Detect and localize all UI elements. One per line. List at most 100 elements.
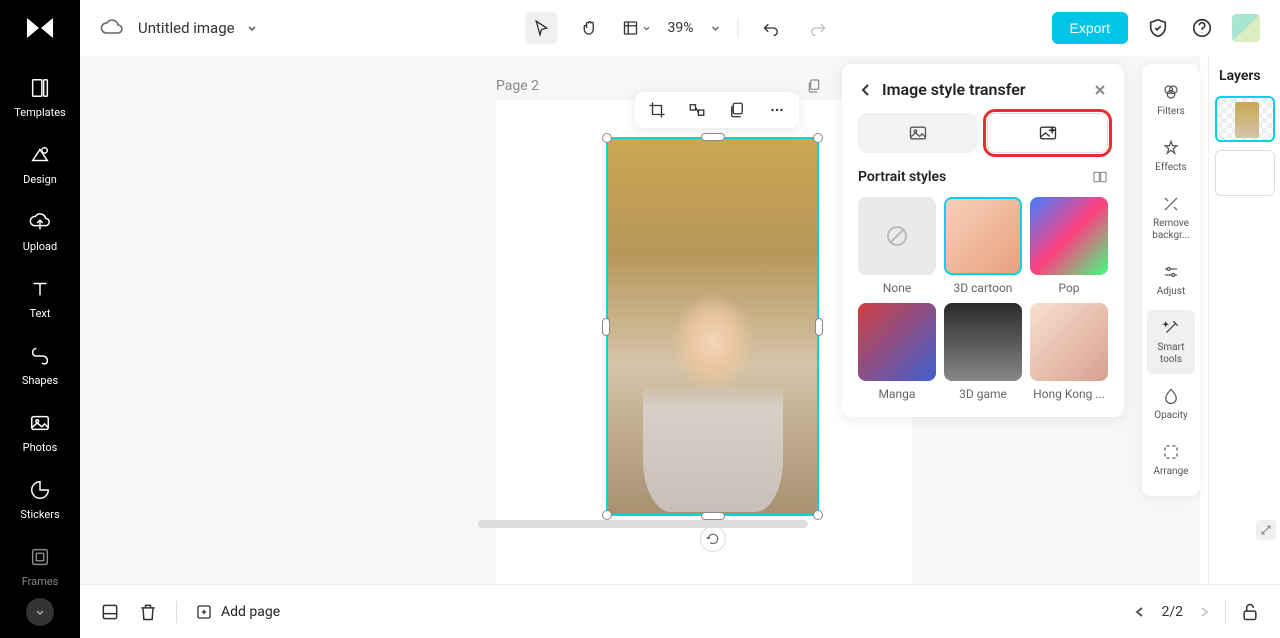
adjust-icon [1161,262,1181,282]
redo-button[interactable] [803,12,835,44]
mode-tab-image[interactable] [858,113,977,153]
shield-icon[interactable] [1144,14,1172,42]
effects-icon [1161,138,1181,158]
undo-button[interactable] [755,12,787,44]
rp-opacity[interactable]: Opacity [1147,378,1195,430]
crop-button[interactable] [645,98,669,122]
style-thumb-manga [858,303,936,381]
rp-adjust[interactable]: Adjust [1147,254,1195,306]
page-duplicate-icon[interactable] [806,78,822,94]
flip-button[interactable] [685,98,709,122]
more-options-button[interactable] [765,98,789,122]
sidebar-item-text[interactable]: Text [28,277,52,320]
stickers-icon [28,478,52,502]
zoom-level[interactable]: 39% [668,20,694,36]
zoom-dropdown-chevron[interactable] [710,22,722,34]
panel-back-button[interactable] [858,82,874,98]
page-next-button[interactable] [1197,605,1211,619]
divider [176,601,177,623]
rp-filters[interactable]: Filters [1147,74,1195,126]
resize-handle-ml[interactable] [602,318,610,336]
selected-image[interactable] [606,137,819,516]
design-icon [28,143,52,167]
select-tool-button[interactable] [526,12,558,44]
compare-icon[interactable] [1092,169,1108,185]
resize-handle-br[interactable] [813,510,823,520]
resize-handle-mr[interactable] [815,318,823,336]
style-thumb-hong-kong [1030,303,1108,381]
sidebar-item-frames[interactable]: Frames [22,545,59,588]
current-color-swatch[interactable] [1232,14,1260,42]
frame-tool-button[interactable] [622,12,652,44]
layer-scale-icon[interactable] [1256,520,1276,540]
style-option-3d-cartoon[interactable]: 3D cartoon [944,197,1022,295]
resize-handle-bl[interactable] [602,510,612,520]
sidebar-label: Photos [23,441,58,454]
divider [1225,601,1226,623]
rp-remove-bg[interactable]: Remove backgr... [1147,186,1195,250]
sidebar-item-design[interactable]: Design [23,143,57,186]
style-thumb-none [858,197,936,275]
layer-thumb-2[interactable] [1215,150,1275,196]
style-option-hong-kong[interactable]: Hong Kong ... [1030,303,1108,401]
sidebar-item-photos[interactable]: Photos [23,411,58,454]
style-thumb-pop [1030,197,1108,275]
title-dropdown-chevron[interactable] [245,21,259,35]
page-prev-button[interactable] [1133,605,1147,619]
rotate-handle[interactable] [700,526,726,552]
sidebar-label: Design [23,173,57,186]
style-option-manga[interactable]: Manga [858,303,936,401]
rp-arrange[interactable]: Arrange [1147,434,1195,486]
sidebar-label: Text [30,307,51,320]
sidebar-item-stickers[interactable]: Stickers [20,478,59,521]
photos-icon [28,411,52,435]
horizontal-scrollbar[interactable] [478,520,808,528]
mode-tabs [858,113,1108,153]
portrait-styles-heading: Portrait styles [858,169,1108,185]
delete-icon[interactable] [138,602,158,622]
style-option-pop[interactable]: Pop [1030,197,1108,295]
sidebar-item-upload[interactable]: Upload [23,210,57,253]
sidebar-item-templates[interactable]: Templates [14,76,65,119]
help-icon[interactable] [1188,14,1216,42]
upload-icon [28,210,52,234]
style-option-none[interactable]: None [858,197,936,295]
pan-tool-button[interactable] [574,12,606,44]
sidebar-label: Upload [23,240,57,253]
rp-effects[interactable]: Effects [1147,130,1195,182]
cloud-sync-icon[interactable] [100,16,124,40]
duplicate-button[interactable] [725,98,749,122]
sidebar-label: Templates [14,106,65,119]
resize-handle-tm[interactable] [701,133,725,141]
export-button[interactable]: Export [1052,12,1128,44]
lock-icon[interactable] [1240,602,1260,622]
image-floating-toolbar [635,92,799,128]
sidebar-item-shapes[interactable]: Shapes [22,344,58,387]
document-title[interactable]: Untitled image [138,19,235,37]
resize-handle-tr[interactable] [813,133,823,143]
arrange-icon [1161,442,1181,462]
pages-grid-icon[interactable] [100,602,120,622]
add-page-button[interactable]: Add page [195,603,280,621]
sidebar-more-button[interactable] [26,598,54,626]
page-indicator: 2/2 [1161,604,1183,620]
layers-title: Layers [1215,68,1274,84]
top-center-tools: 39% [526,12,835,44]
layer-thumb-1[interactable] [1215,96,1275,142]
style-option-3d-game[interactable]: 3D game [944,303,1022,401]
page-label: Page 2 [496,78,539,94]
smart-tools-icon [1161,318,1181,338]
mode-tab-ai-style[interactable] [987,113,1108,153]
resize-handle-bm[interactable] [701,512,725,520]
rp-smart-tools[interactable]: Smart tools [1147,310,1195,374]
top-bar: Untitled image 39% Export [80,0,1280,56]
divider [738,18,739,38]
style-transfer-panel: Image style transfer Portrait styles Non… [842,64,1124,417]
sidebar-label: Stickers [20,508,59,521]
app-logo[interactable] [20,12,60,44]
layers-panel: Layers [1208,56,1280,584]
resize-handle-tl[interactable] [602,133,612,143]
panel-close-button[interactable] [1092,82,1108,98]
bottom-bar: Add page 2/2 [80,584,1280,638]
templates-icon [28,76,52,100]
